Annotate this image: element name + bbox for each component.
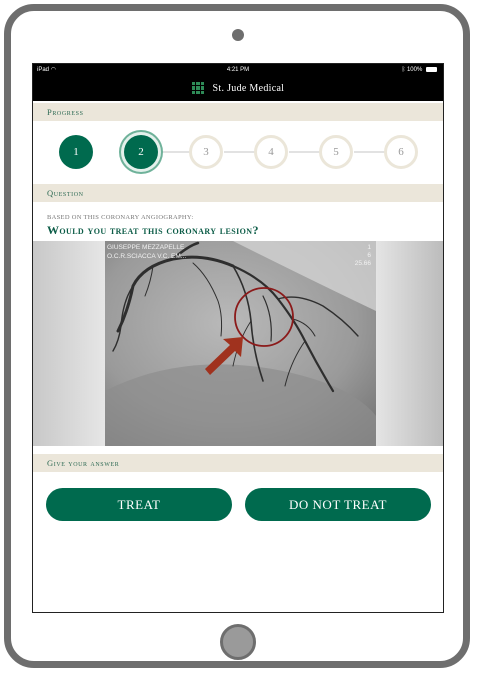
frame-overlay-3: 25.66 (355, 260, 372, 267)
answer-buttons: TREAT DO NOT TREAT (33, 488, 443, 522)
status-time: 4:21 PM (226, 67, 250, 73)
battery-icon (426, 66, 437, 72)
progress-header: Progress (33, 103, 443, 121)
treat-button[interactable]: TREAT (46, 488, 232, 521)
brand-logo-icon (191, 81, 205, 95)
progress-step-6: 6 (384, 135, 418, 169)
frame-overlay-1: 1 (367, 244, 371, 251)
app-header: St. Jude Medical (33, 77, 443, 101)
question-title: Would you treat this coronary lesion? (47, 223, 259, 237)
frame-overlay-2: 6 (367, 252, 371, 259)
patient-name-overlay: GIUSEPPE MEZZAPELLE (107, 244, 185, 251)
answer-header: Give your answer (33, 454, 443, 472)
do-not-treat-button[interactable]: DO NOT TREAT (245, 488, 431, 521)
bluetooth-icon: ᛒ (401, 67, 406, 73)
home-button[interactable] (220, 624, 256, 660)
battery-percent: 100% (406, 67, 423, 73)
progress-step-2: 2 (124, 135, 158, 169)
question-subtitle: Based on this coronary angiography: (47, 214, 194, 221)
brand-name: St. Jude Medical (212, 83, 285, 94)
progress-step-3: 3 (189, 135, 223, 169)
progress-step-5: 5 (319, 135, 353, 169)
camera-icon (232, 29, 244, 41)
progress-step-4: 4 (254, 135, 288, 169)
progress-step-1: 1 (59, 135, 93, 169)
question-header: Question (33, 184, 443, 202)
hospital-overlay: O.C.R.SCIACCA V.C. EM... (107, 253, 186, 260)
status-bar: iPad ◠ 4:21 PM ᛒ 100% (33, 64, 443, 77)
progress-stepper: 1 2 3 4 5 6 (33, 131, 443, 173)
angiography-image: GIUSEPPE MEZZAPELLE O.C.R.SCIACCA V.C. E… (33, 241, 443, 446)
app-screen: iPad ◠ 4:21 PM ᛒ 100% St. Jude Medical P… (32, 63, 444, 613)
